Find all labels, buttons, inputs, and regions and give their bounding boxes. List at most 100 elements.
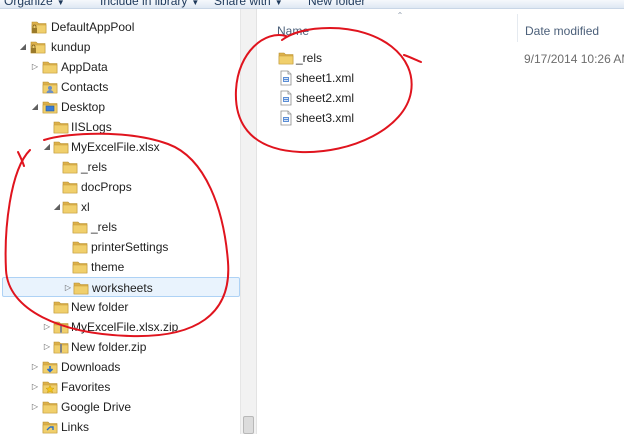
- tree-item-label: Desktop: [61, 100, 106, 114]
- tree-item-label: kundup: [51, 40, 91, 54]
- tree-item[interactable]: ▷ Favorites: [0, 377, 240, 397]
- chevron-down-icon: ▼: [191, 0, 200, 7]
- column-separator[interactable]: [517, 14, 518, 42]
- collapsed-arrow-icon[interactable]: ▷: [30, 57, 40, 77]
- folder-icon: [73, 280, 89, 296]
- tree-item[interactable]: ◢ xl: [0, 197, 240, 217]
- contacts-folder-icon: [42, 79, 58, 95]
- xml-file-icon: [278, 70, 294, 86]
- scrollbar-thumb[interactable]: [243, 416, 254, 434]
- column-header-name[interactable]: Name: [277, 20, 309, 42]
- tree-item[interactable]: ◢ Desktop: [0, 97, 240, 117]
- collapsed-arrow-icon[interactable]: ▷: [30, 397, 40, 417]
- file-name: sheet3.xml: [296, 111, 355, 125]
- folder-icon: [42, 59, 58, 75]
- tree-item-label: docProps: [81, 180, 132, 194]
- collapsed-arrow-icon[interactable]: ▷: [42, 337, 52, 357]
- tree-item-label: Favorites: [61, 380, 111, 394]
- file-list-item[interactable]: sheet3.xml: [276, 108, 606, 128]
- include-in-library-label: Include in library: [100, 0, 188, 8]
- folder-icon: [53, 139, 69, 155]
- tree-item[interactable]: Contacts: [0, 77, 240, 97]
- folder-lock-icon: [30, 39, 46, 55]
- file-list-item[interactable]: sheet1.xml: [276, 68, 606, 88]
- collapsed-arrow-icon[interactable]: ▷: [63, 278, 73, 298]
- tree-item[interactable]: ▷ New folder.zip: [0, 337, 240, 357]
- chevron-down-icon: ▼: [56, 0, 65, 7]
- zip-folder-icon: [53, 339, 69, 355]
- tree-item[interactable]: _rels: [0, 217, 240, 237]
- organize-menu[interactable]: Organize ▼: [4, 0, 65, 8]
- tree-item[interactable]: ▷ worksheets: [2, 277, 240, 297]
- expanded-arrow-icon[interactable]: ◢: [52, 197, 62, 217]
- expanded-arrow-icon[interactable]: ◢: [42, 137, 52, 157]
- collapsed-arrow-icon[interactable]: ▷: [42, 317, 52, 337]
- expanded-arrow-icon[interactable]: ◢: [18, 37, 28, 57]
- file-list-item[interactable]: sheet2.xml: [276, 88, 606, 108]
- tree-item[interactable]: theme: [0, 257, 240, 277]
- links-folder-icon: [42, 419, 58, 434]
- tree-item[interactable]: New folder: [0, 297, 240, 317]
- new-folder-label: New folder: [308, 0, 366, 8]
- folder-icon: [72, 259, 88, 275]
- xml-file-icon: [278, 110, 294, 126]
- tree-item[interactable]: ▷ Google Drive: [0, 397, 240, 417]
- tree-item-label: Google Drive: [61, 400, 132, 414]
- tree-item[interactable]: ▷ Downloads: [0, 357, 240, 377]
- folder-icon: [72, 239, 88, 255]
- tree-item-label: New folder: [71, 300, 129, 314]
- collapsed-arrow-icon[interactable]: ▷: [30, 357, 40, 377]
- include-in-library-menu[interactable]: Include in library ▼: [100, 0, 200, 8]
- tree-item-label: MyExcelFile.xlsx.zip: [71, 320, 179, 334]
- new-folder-button[interactable]: New folder: [308, 0, 366, 8]
- tree-item-label: MyExcelFile.xlsx: [71, 140, 160, 154]
- folder-icon: [62, 179, 78, 195]
- folder-icon: [72, 219, 88, 235]
- tree-item[interactable]: ▷ AppData: [0, 57, 240, 77]
- tree-item-label: Contacts: [61, 80, 109, 94]
- tree-item-label: Links: [61, 420, 90, 434]
- tree-item-label: DefaultAppPool: [51, 20, 135, 34]
- share-with-label: Share with: [214, 0, 271, 8]
- folder-icon: [42, 399, 58, 415]
- tree-item[interactable]: ▷ MyExcelFile.xlsx.zip: [0, 317, 240, 337]
- file-name: _rels: [296, 51, 323, 65]
- folder-icon: [62, 159, 78, 175]
- desktop-folder-icon: [42, 99, 58, 115]
- command-bar: Organize ▼ Include in library ▼ Share with…: [0, 0, 624, 9]
- organize-label: Organize: [4, 0, 53, 8]
- zip-folder-icon: [53, 319, 69, 335]
- xml-file-icon: [278, 90, 294, 106]
- navigation-pane: ▷DefaultAppPool◢kundup▷AppDataContacts◢D…: [0, 9, 256, 434]
- tree-item[interactable]: IISLogs: [0, 117, 240, 137]
- tree-item[interactable]: _rels: [0, 157, 240, 177]
- folder-lock-icon: [31, 19, 47, 35]
- file-date-modified: 9/17/2014 10:26 AM: [524, 52, 624, 66]
- file-name: sheet1.xml: [296, 71, 355, 85]
- tree-item[interactable]: ▷DefaultAppPool: [0, 17, 240, 37]
- downloads-folder-icon: [42, 359, 58, 375]
- pane-divider[interactable]: [256, 9, 257, 434]
- expanded-arrow-icon[interactable]: ◢: [30, 97, 40, 117]
- tree-item-label: xl: [81, 200, 90, 214]
- tree-item[interactable]: ◢ kundup: [0, 37, 240, 57]
- tree-item[interactable]: Links: [0, 417, 240, 434]
- tree-item-label: _rels: [81, 160, 108, 174]
- chevron-down-icon: ▼: [274, 0, 283, 7]
- column-header-date-modified[interactable]: Date modified: [525, 20, 599, 42]
- tree-item[interactable]: printerSettings: [0, 237, 240, 257]
- tree-item-label: worksheets: [92, 281, 153, 295]
- collapsed-arrow-icon[interactable]: ▷: [30, 377, 40, 397]
- folder-icon: [53, 299, 69, 315]
- folder-icon: [62, 199, 78, 215]
- tree-item-label: _rels: [91, 220, 118, 234]
- nav-vertical-scrollbar[interactable]: [240, 9, 256, 434]
- tree-item[interactable]: docProps: [0, 177, 240, 197]
- tree-item[interactable]: ◢ MyExcelFile.xlsx: [0, 137, 240, 157]
- share-with-menu[interactable]: Share with ▼: [214, 0, 283, 8]
- sort-arrow-icon: ⌃: [396, 11, 404, 20]
- tree-item-label: Downloads: [61, 360, 121, 374]
- tree-item-label: New folder.zip: [71, 340, 147, 354]
- tree-item-label: AppData: [61, 60, 108, 74]
- favorites-folder-icon: [42, 379, 58, 395]
